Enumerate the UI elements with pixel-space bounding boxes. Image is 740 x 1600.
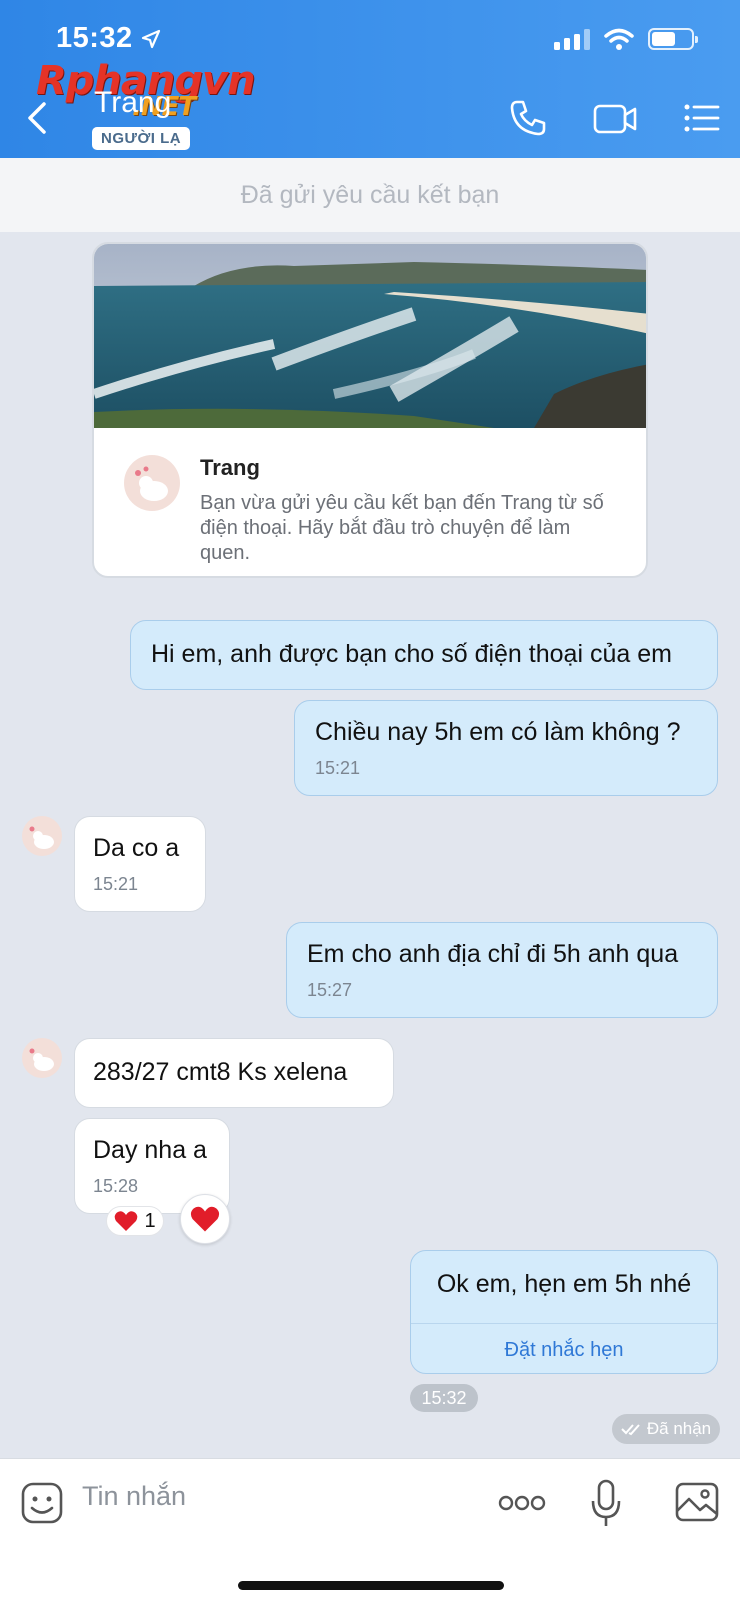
bubble-divider (411, 1323, 717, 1324)
time-chip: 15:32 (410, 1384, 478, 1412)
sender-avatar[interactable] (22, 1038, 62, 1078)
message-text: Da co a (93, 834, 180, 862)
status-time: 15:32 (56, 22, 161, 55)
signal-icon (554, 28, 590, 50)
location-arrow-icon (141, 29, 160, 48)
menu-list-icon[interactable] (682, 98, 722, 138)
back-icon[interactable] (22, 98, 52, 138)
message-in[interactable]: Da co a 15:21 (74, 816, 206, 912)
video-call-icon[interactable] (592, 98, 638, 138)
sender-avatar[interactable] (22, 816, 62, 856)
heart-icon (190, 1206, 220, 1232)
message-out[interactable]: Em cho anh địa chỉ đi 5h anh qua 15:27 (286, 922, 718, 1018)
message-input[interactable]: Tin nhắn (82, 1481, 186, 1512)
battery-icon (648, 28, 698, 50)
friend-request-banner: Đã gửi yêu cầu kết bạn (0, 158, 740, 232)
stranger-badge: NGƯỜI LẠ (92, 127, 191, 150)
home-indicator (238, 1581, 504, 1590)
chat-header: 15:32 Rphangvn .NET Trang NGƯỜI LẠ (0, 0, 740, 158)
delivery-status: Đã nhận (612, 1414, 720, 1444)
double-check-icon (621, 1424, 640, 1436)
set-reminder-link[interactable]: Đặt nhắc hẹn (411, 1335, 717, 1365)
message-time: 15:21 (93, 874, 139, 894)
message-text: Ok em, hẹn em 5h nhé (436, 1270, 692, 1298)
message-text: 283/27 cmt8 Ks xelena (93, 1058, 348, 1086)
status-icons (554, 28, 698, 50)
sticker-emoji-icon[interactable] (20, 1481, 64, 1525)
message-in[interactable]: 283/27 cmt8 Ks xelena (74, 1038, 394, 1108)
message-text: Hi em, anh được bạn cho số điện thoại củ… (151, 640, 672, 668)
message-text: Em cho anh địa chỉ đi 5h anh qua (307, 940, 679, 968)
card-contact-name: Trang (200, 455, 260, 480)
contact-name[interactable]: Trang (94, 86, 171, 120)
message-text: Chiều nay 5h em có làm không ? (315, 718, 681, 746)
friend-request-card[interactable]: Trang Bạn vừa gửi yêu cầu kết bạn đến Tr… (92, 242, 648, 578)
card-body: Trang Bạn vừa gửi yêu cầu kết bạn đến Tr… (94, 433, 646, 576)
composer-bar: Tin nhắn (0, 1458, 740, 1600)
heart-icon (115, 1211, 138, 1231)
cover-photo (94, 244, 646, 428)
card-description: Bạn vừa gửi yêu cầu kết bạn đến Trang từ… (200, 492, 604, 564)
message-time: 15:21 (315, 758, 361, 778)
react-button[interactable] (180, 1194, 230, 1244)
image-gallery-icon[interactable] (674, 1481, 720, 1523)
contact-avatar[interactable] (124, 455, 180, 511)
reaction-summary[interactable]: 1 (106, 1206, 164, 1236)
message-out[interactable]: Ok em, hẹn em 5h nhé Đặt nhắc hẹn (410, 1250, 718, 1374)
message-out[interactable]: Chiều nay 5h em có làm không ? 15:21 (294, 700, 718, 796)
wifi-icon (604, 28, 634, 50)
phone-icon[interactable] (508, 98, 548, 138)
message-out[interactable]: Hi em, anh được bạn cho số điện thoại củ… (130, 620, 718, 690)
more-options-icon[interactable] (498, 1493, 546, 1513)
message-time: 15:27 (307, 980, 353, 1000)
reaction-count: 1 (144, 1209, 156, 1232)
microphone-icon[interactable] (590, 1479, 622, 1529)
message-text: Day nha a (93, 1136, 207, 1164)
